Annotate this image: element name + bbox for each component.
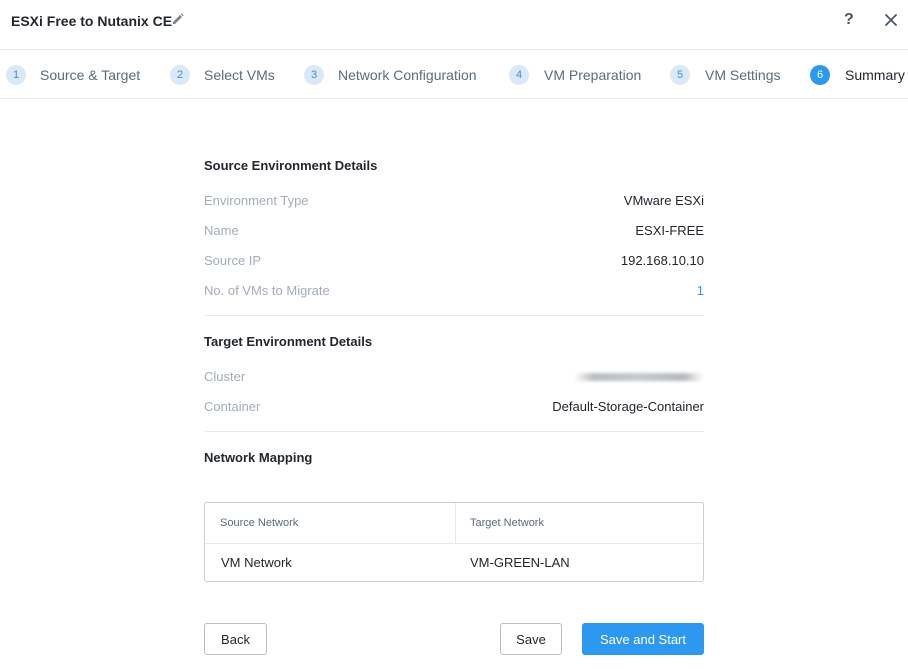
section-divider (204, 431, 704, 432)
detail-key: Source IP (204, 253, 262, 268)
step-label: VM Preparation (544, 67, 642, 83)
detail-value: 192.168.10.10 (620, 253, 704, 268)
detail-value: Default-Storage-Container (552, 399, 704, 414)
network-mapping-table: Source Network Target Network VM Network… (204, 502, 704, 582)
detail-key: Name (204, 223, 239, 238)
detail-key: No. of VMs to Migrate (204, 283, 330, 298)
network-section-title: Network Mapping (204, 450, 313, 465)
detail-row-cluster: Cluster (204, 369, 704, 387)
dialog-header: ESXi Free to Nutanix CE ? (0, 0, 908, 44)
detail-value: ESXI-FREE (635, 223, 704, 238)
detail-value: VMware ESXi (623, 193, 704, 208)
step-number: 2 (170, 65, 190, 85)
column-divider (455, 503, 456, 543)
detail-row-source-ip: Source IP 192.168.10.10 (204, 253, 704, 271)
step-label: Select VMs (204, 67, 275, 83)
source-section-title: Source Environment Details (204, 158, 378, 173)
column-header-target-network: Target Network (470, 517, 544, 529)
header-divider (205, 543, 703, 544)
step-number: 1 (6, 65, 26, 85)
step-number: 6 (810, 65, 830, 85)
vm-count-link[interactable]: 1 (697, 283, 704, 298)
step-number: 5 (670, 65, 690, 85)
detail-row-environment-type: Environment Type VMware ESXi (204, 193, 704, 211)
cell-target-network: VM-GREEN-LAN (470, 555, 570, 570)
detail-key: Cluster (204, 369, 246, 384)
save-and-start-button[interactable]: Save and Start (582, 623, 704, 655)
detail-row-vm-count: No. of VMs to Migrate 1 (204, 283, 704, 301)
detail-row-container: Container Default-Storage-Container (204, 399, 704, 417)
close-icon[interactable] (884, 13, 898, 27)
pencil-edit-icon[interactable] (171, 12, 185, 26)
step-label: VM Settings (705, 67, 781, 83)
save-button[interactable]: Save (500, 623, 562, 655)
section-divider (204, 315, 704, 316)
cell-source-network: VM Network (221, 555, 292, 570)
step-label: Network Configuration (338, 67, 477, 83)
detail-key: Container (204, 399, 261, 414)
target-section-title: Target Environment Details (204, 334, 373, 349)
step-label: Source & Target (40, 67, 141, 83)
step-label: Summary (845, 67, 905, 83)
redacted-cluster-value (574, 373, 704, 381)
help-icon[interactable]: ? (844, 11, 854, 29)
back-button[interactable]: Back (204, 623, 267, 655)
detail-key: Environment Type (204, 193, 309, 208)
detail-row-name: Name ESXI-FREE (204, 223, 704, 241)
wizard-title: ESXi Free to Nutanix CE (11, 13, 173, 29)
step-number: 3 (304, 65, 324, 85)
column-header-source-network: Source Network (220, 517, 299, 529)
step-number: 4 (509, 65, 529, 85)
wizard-steps: 1 Source & Target 2 Select VMs 3 Network… (0, 49, 908, 99)
